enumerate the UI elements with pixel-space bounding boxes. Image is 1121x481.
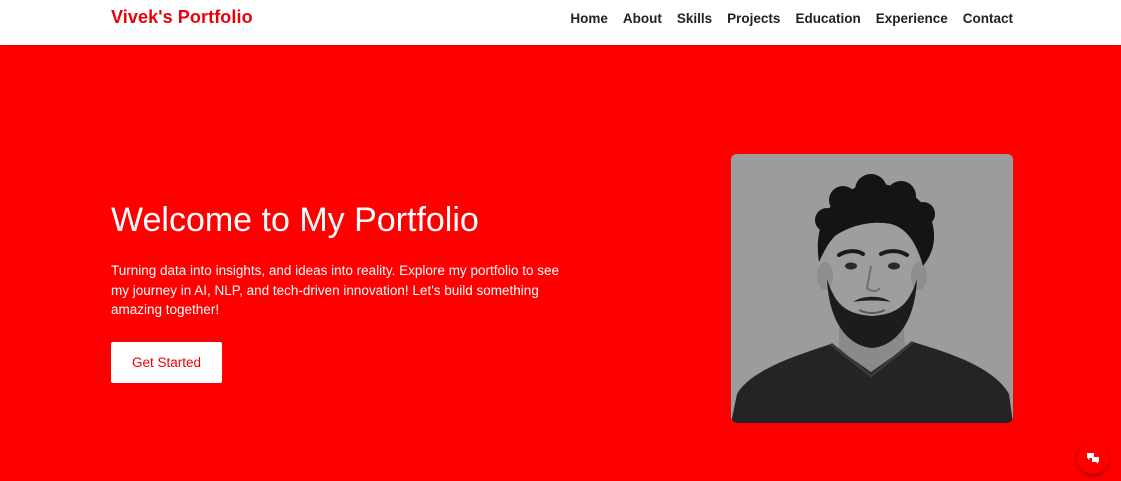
- profile-photo: [731, 154, 1013, 423]
- navbar: Vivek's Portfolio Home About Skills Proj…: [0, 0, 1121, 45]
- nav-link-skills[interactable]: Skills: [677, 11, 712, 26]
- nav-item-home: Home: [570, 10, 608, 28]
- get-started-button[interactable]: Get Started: [111, 342, 222, 383]
- nav-link-home[interactable]: Home: [570, 11, 608, 26]
- nav-link-education[interactable]: Education: [795, 11, 860, 26]
- nav-item-experience: Experience: [876, 10, 948, 28]
- nav-links: Home About Skills Projects Education Exp…: [570, 10, 1013, 28]
- nav-link-experience[interactable]: Experience: [876, 11, 948, 26]
- nav-item-about: About: [623, 10, 662, 28]
- portrait-illustration: [731, 154, 1013, 423]
- nav-link-projects[interactable]: Projects: [727, 11, 780, 26]
- hero-section: Welcome to My Portfolio Turning data int…: [0, 45, 1121, 481]
- nav-item-contact: Contact: [963, 10, 1013, 28]
- chat-widget-button[interactable]: [1077, 442, 1109, 474]
- nav-link-contact[interactable]: Contact: [963, 11, 1013, 26]
- brand-logo-link[interactable]: Vivek's Portfolio: [111, 7, 253, 28]
- hero-description: Turning data into insights, and ideas in…: [111, 263, 559, 317]
- nav-link-about[interactable]: About: [623, 11, 662, 26]
- hero-title: Welcome to My Portfolio: [111, 201, 479, 239]
- nav-item-skills: Skills: [677, 10, 712, 28]
- chat-icon: [1087, 453, 1099, 464]
- nav-item-projects: Projects: [727, 10, 780, 28]
- nav-item-education: Education: [795, 10, 860, 28]
